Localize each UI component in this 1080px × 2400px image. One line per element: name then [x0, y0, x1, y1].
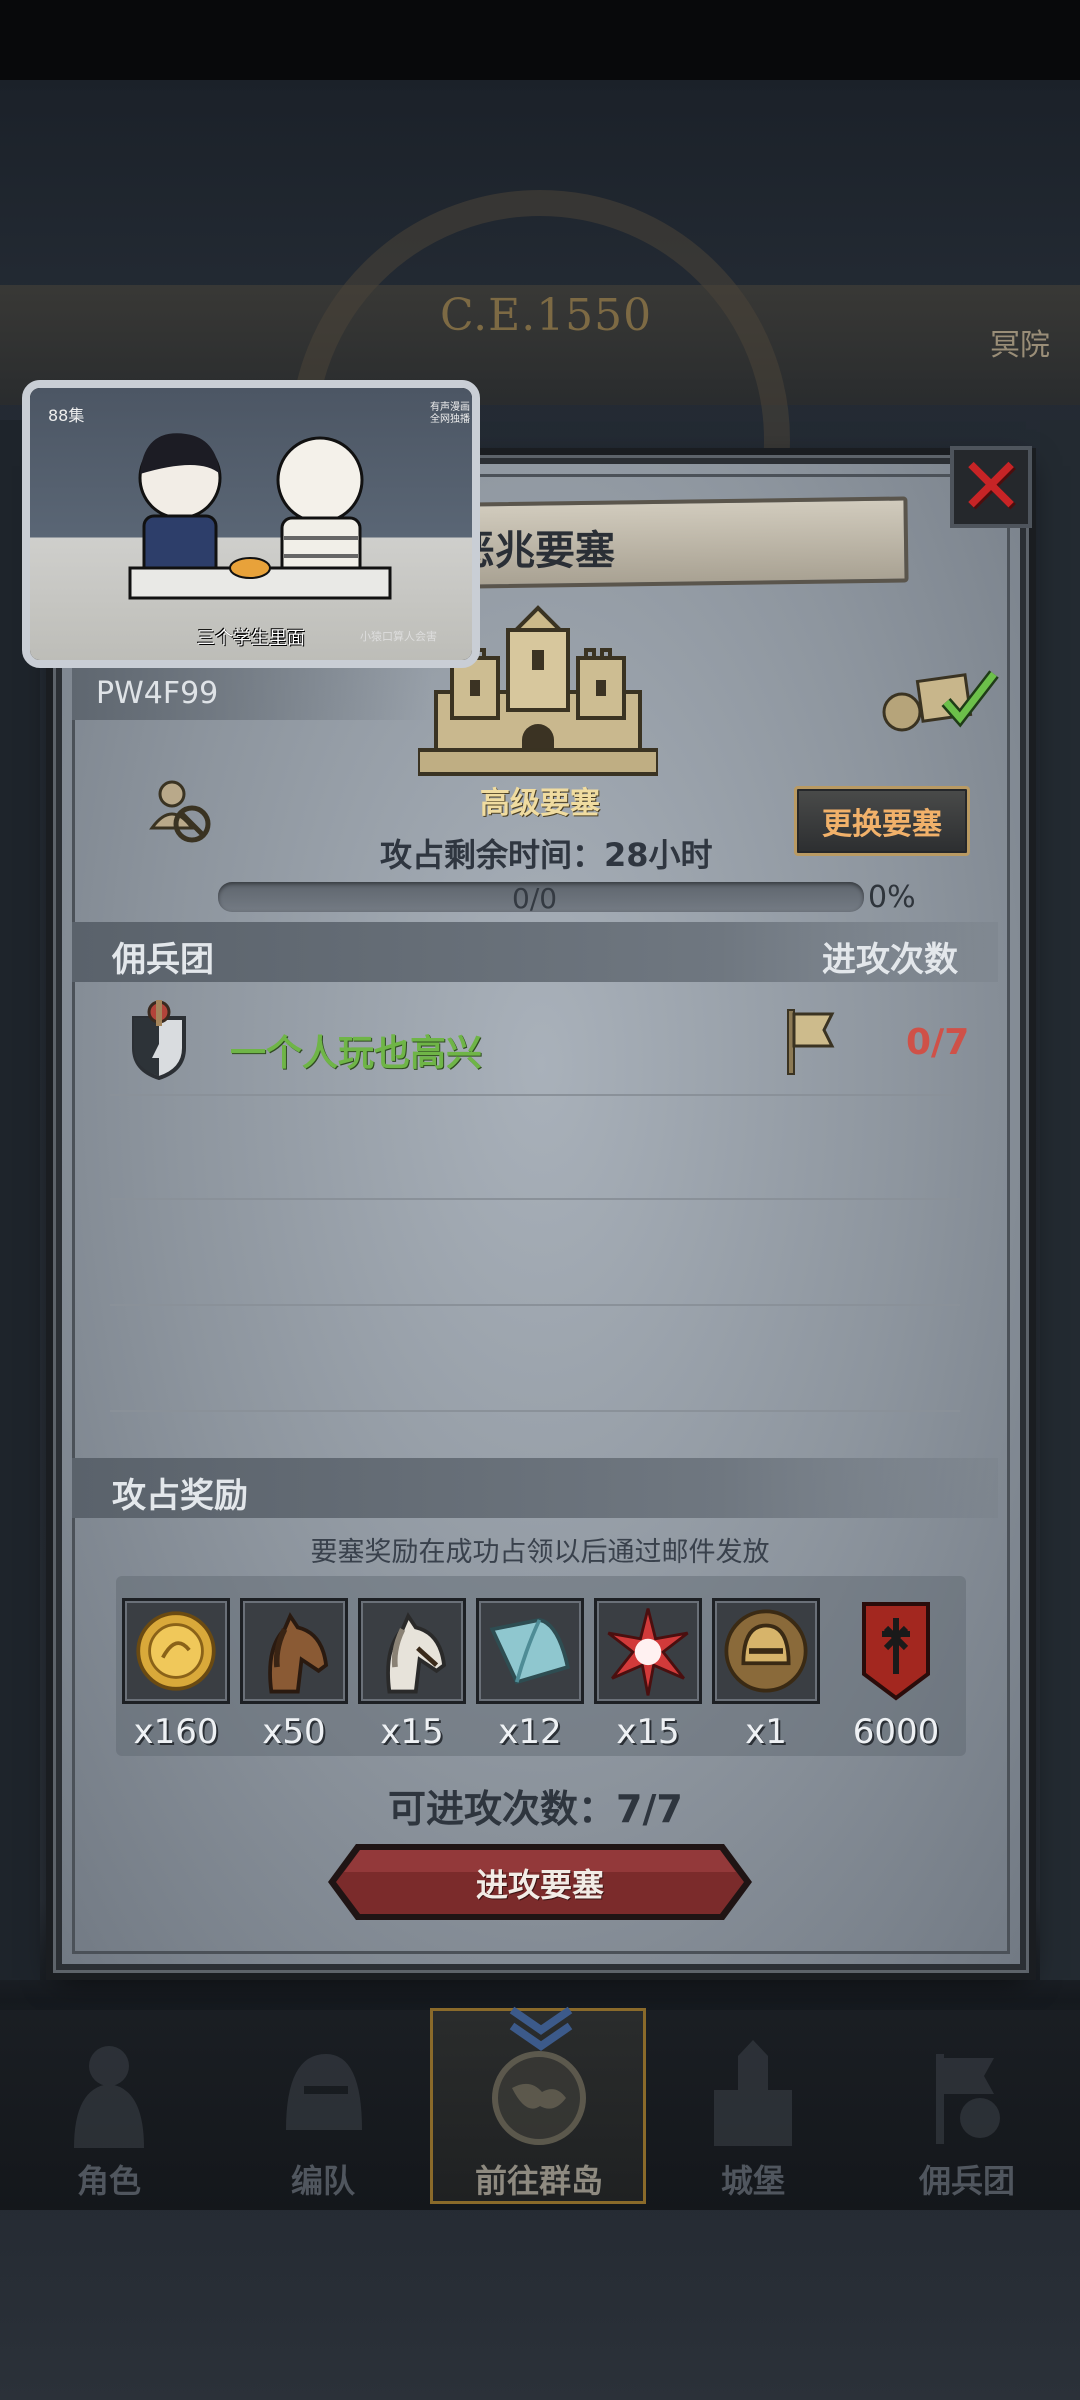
reward-quantity: x1: [745, 1712, 787, 1752]
game-screen: C.E.1550 冥院 恶兆要塞 ✕ PW4F99 高级要塞 更换要塞 攻占剩余…: [0, 0, 1080, 2400]
fortress-level-label: 高级要塞: [470, 778, 610, 822]
attack-fortress-label: 进攻要塞: [475, 1866, 604, 1904]
chevron-down-icon: [509, 2006, 573, 2051]
helmet-icon: [286, 2054, 362, 2130]
list-divider: [110, 1304, 960, 1306]
reward-item[interactable]: [594, 1598, 702, 1704]
reward-item[interactable]: [476, 1598, 584, 1704]
nav-label-castle: 城堡: [720, 2162, 785, 2200]
mercenary-icon: [936, 2054, 1000, 2144]
white-horse-icon: [386, 1612, 447, 1694]
nav-label-role: 角色: [76, 2162, 141, 2200]
reward-quantity: x15: [616, 1712, 680, 1752]
background-corner-text: 冥院: [990, 328, 1050, 363]
attack-count-header: 进攻次数: [822, 940, 958, 980]
red-banner-icon[interactable]: [858, 1598, 934, 1704]
video-watermark: 有声漫画 全网独播: [430, 402, 470, 425]
change-fortress-label: 更换要塞: [822, 807, 942, 842]
mercenary-name: 一个人玩也高兴: [230, 1033, 483, 1074]
change-fortress-button[interactable]: 更换要塞: [794, 786, 970, 856]
reward-note: 要塞奖励在成功占领以后通过邮件发放: [310, 1537, 770, 1568]
mercenary-emblem-icon: [132, 1000, 186, 1080]
close-icon[interactable]: ✕: [958, 448, 1023, 526]
reward-quantity: x50: [262, 1712, 326, 1752]
progress-percent: 0%: [868, 880, 916, 915]
cloth-roll-icon: [489, 1617, 570, 1685]
available-attacks: 可进攻次数：7/7: [388, 1787, 683, 1831]
video-subcaption: 小猿口算人会害: [360, 630, 437, 643]
close-button[interactable]: ✕: [950, 446, 1032, 528]
nav-label-mercenary: 佣兵团: [918, 2162, 1015, 2200]
reward-item[interactable]: [122, 1598, 230, 1704]
reward-quantity: 6000: [852, 1712, 940, 1752]
list-divider: [110, 1198, 960, 1200]
reward-item[interactable]: [358, 1598, 466, 1704]
reward-quantity: x15: [380, 1712, 444, 1752]
list-divider: [110, 1094, 960, 1096]
fortress-level-text: 高级要塞: [480, 786, 600, 821]
merc-section-title: 佣兵团: [112, 940, 214, 980]
fortress-code: PW4F99: [96, 676, 219, 711]
background-year: C.E.1550: [440, 290, 653, 341]
gold-coin-icon: [136, 1611, 216, 1691]
mercenary-row[interactable]: [72, 990, 998, 1094]
knight-helmet-icon: [724, 1609, 808, 1693]
brown-horse-icon: [268, 1612, 329, 1694]
reward-item[interactable]: [712, 1598, 820, 1704]
castle-icon: [714, 2040, 792, 2146]
remaining-time: 攻占剩余时间：28小时: [380, 836, 713, 874]
video-episode: 88集: [48, 406, 85, 425]
video-characters: [128, 433, 392, 600]
flag-icon: [787, 1009, 835, 1075]
reward-quantity: x160: [133, 1712, 219, 1752]
mercenary-attack-count: 0/7: [906, 1022, 970, 1063]
background-side-right: [1040, 420, 1080, 1980]
reward-item[interactable]: [240, 1598, 348, 1704]
nav-label-islands: 前往群岛: [474, 2162, 603, 2200]
reward-quantity: x12: [498, 1712, 562, 1752]
reward-section-title: 攻占奖励: [112, 1476, 248, 1516]
no-player-icon: [149, 780, 211, 843]
knight-icon: [74, 2046, 144, 2148]
progress-count: 0/0: [512, 882, 558, 915]
red-star-icon: [607, 1608, 689, 1696]
rewards-check-icon[interactable]: [880, 664, 1000, 734]
nav-label-formation: 编队: [290, 2162, 355, 2200]
floating-video-window[interactable]: 88集 有声漫画 全网独播 三个学生里面 小猿口算人会害: [22, 380, 480, 668]
list-divider: [110, 1410, 960, 1412]
globe-icon: [492, 2051, 586, 2145]
